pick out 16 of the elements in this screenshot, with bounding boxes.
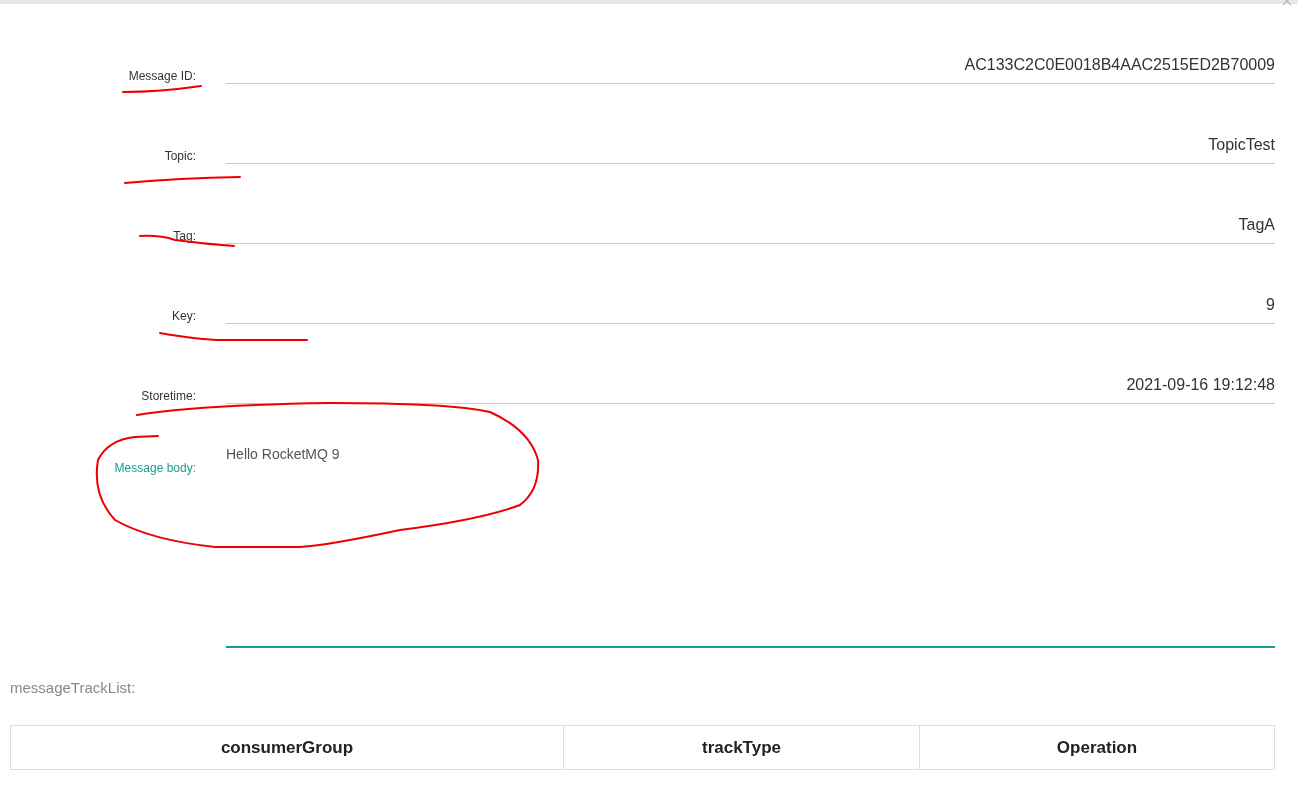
- field-label: Storetime:: [141, 389, 196, 403]
- field-label: Tag:: [173, 229, 196, 243]
- field-label: Message ID:: [128, 69, 196, 83]
- field-label: Topic:: [164, 149, 196, 163]
- input-field[interactable]: AC133C2C0E0018B4AAC2515ED2B70009: [226, 47, 1275, 84]
- input-field[interactable]: TagA: [226, 207, 1275, 244]
- close-icon[interactable]: [1282, 0, 1294, 8]
- input-field[interactable]: TopicTest: [226, 127, 1275, 164]
- column-header: consumerGroup: [10, 725, 564, 770]
- input-field[interactable]: 9: [226, 287, 1275, 324]
- column-header: Operation: [919, 725, 1275, 770]
- column-header: trackType: [563, 725, 920, 770]
- field-label: Message body:: [113, 461, 197, 476]
- field-label: Key:: [172, 309, 196, 323]
- section-title: messageTrackList:: [10, 679, 137, 696]
- input-field[interactable]: 2021-09-16 19:12:48: [226, 367, 1275, 404]
